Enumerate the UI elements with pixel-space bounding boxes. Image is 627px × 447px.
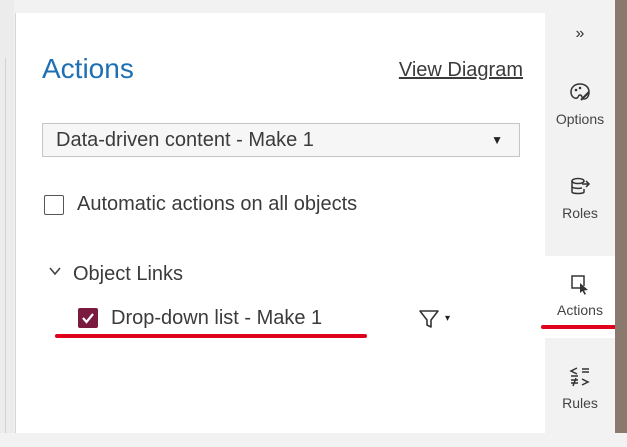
palette-icon [570, 83, 590, 101]
comparison-icon [569, 367, 590, 387]
pointer-select-icon [571, 275, 588, 295]
rail-item-label: Roles [562, 205, 598, 221]
object-link-label[interactable]: Drop-down list - Make 1 [111, 307, 322, 330]
source-select-value: Data-driven content - Make 1 [56, 129, 314, 151]
caret-down-icon: ▼ [491, 133, 503, 147]
collapse-rail-button[interactable]: » [545, 25, 615, 43]
auto-actions-label[interactable]: Automatic actions on all objects [77, 193, 357, 216]
right-rail: » Options Roles Actions Rules [545, 13, 615, 433]
left-divider [5, 58, 6, 433]
rail-item-label: Actions [557, 302, 603, 318]
right-edge-background [615, 0, 627, 433]
object-link-checkbox[interactable] [78, 308, 98, 328]
panel-title: Actions [42, 53, 134, 84]
rail-item-roles[interactable]: Roles [545, 175, 615, 257]
checkmark-icon [82, 313, 94, 324]
actions-panel: Actions View Diagram Data-driven content… [15, 13, 546, 433]
annotation-underline-link [55, 334, 367, 338]
database-arrow-icon [571, 177, 591, 195]
rail-item-options[interactable]: Options [545, 81, 615, 163]
rail-item-label: Options [555, 111, 605, 127]
filter-icon[interactable] [417, 307, 441, 331]
source-select[interactable]: Data-driven content - Make 1 ▼ [42, 123, 520, 157]
view-diagram-link[interactable]: View Diagram [399, 59, 523, 82]
rail-item-label: Rules [562, 395, 598, 411]
left-background [0, 0, 14, 433]
object-links-header[interactable]: Object Links [73, 263, 183, 286]
filter-caret-icon[interactable]: ▾ [445, 313, 450, 324]
chevron-down-icon[interactable] [49, 265, 61, 277]
auto-actions-checkbox[interactable] [44, 195, 64, 215]
rail-item-rules[interactable]: Rules [545, 365, 615, 447]
